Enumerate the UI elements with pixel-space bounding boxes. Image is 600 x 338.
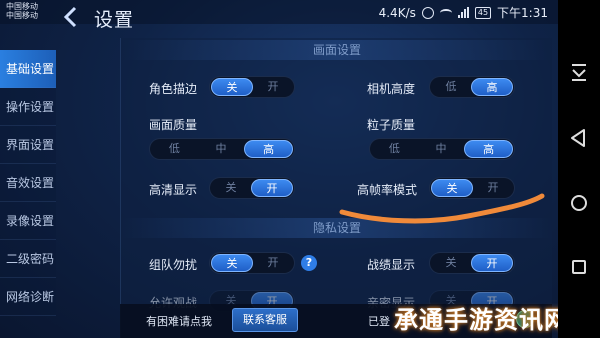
sidebar-item-label: 网络诊断: [6, 290, 55, 304]
network-speed: 4.4K/s: [378, 5, 416, 20]
game-screen: 中国移动 中国移动 4.4K/s 45 下午1:31 设置 基础设置 操作设置 …: [0, 0, 558, 338]
particles-option-medium[interactable]: 中: [418, 140, 465, 158]
hd-display-toggle: 关 开: [209, 177, 295, 199]
navigation-bar: [558, 0, 600, 338]
back-nav-icon[interactable]: [567, 126, 591, 150]
setting-label-team-dnd: 组队勿扰: [149, 258, 198, 272]
particles-option-high[interactable]: 高: [464, 140, 514, 158]
battle-display-toggle: 关 开: [429, 252, 515, 274]
sidebar-item-controls[interactable]: 操作设置: [0, 88, 56, 126]
outline-option-off[interactable]: 关: [211, 78, 253, 96]
home-nav-icon[interactable]: [567, 191, 591, 215]
collapse-icon[interactable]: [567, 60, 591, 84]
team-dnd-option-off[interactable]: 关: [211, 254, 253, 272]
hd-display-option-off[interactable]: 关: [211, 179, 251, 197]
sidebar-item-secondary-password[interactable]: 二级密码: [0, 240, 56, 278]
battle-display-option-on[interactable]: 开: [471, 254, 513, 272]
sidebar-item-label: 录像设置: [6, 214, 55, 228]
setting-label-battle-display: 战绩显示: [367, 258, 416, 272]
sidebar-item-label: 操作设置: [6, 100, 55, 114]
sidebar-item-basic[interactable]: 基础设置: [0, 50, 56, 88]
carrier-info: 中国移动 中国移动: [6, 2, 38, 20]
status-icons: 4.4K/s 45 下午1:31: [379, 4, 548, 21]
particles-selector: 低 中 高: [369, 138, 515, 160]
quality-option-low[interactable]: 低: [151, 140, 198, 158]
setting-label-outline: 角色描边: [149, 82, 198, 96]
setting-label-particles: 粒子质量: [367, 118, 416, 132]
sidebar-item-label: 音效设置: [6, 176, 55, 190]
help-prompt: 有困难请点我: [146, 315, 212, 328]
camera-height-toggle: 低 高: [429, 76, 515, 98]
back-arrow-icon: [63, 6, 77, 28]
watermark-text: 承通手游资讯网: [394, 306, 558, 334]
battery-icon: 45: [474, 6, 492, 19]
alarm-icon: [421, 6, 434, 19]
recents-nav-icon[interactable]: [567, 255, 591, 279]
help-icon[interactable]: ?: [301, 255, 317, 271]
sidebar-item-sound[interactable]: 音效设置: [0, 164, 56, 202]
page-title: 设置: [94, 9, 135, 31]
orange-underline-annotation: [339, 193, 545, 224]
setting-label-camera-height: 相机高度: [367, 82, 416, 96]
particles-option-low[interactable]: 低: [371, 140, 418, 158]
team-dnd-option-on[interactable]: 开: [253, 254, 293, 272]
sidebar-item-recording[interactable]: 录像设置: [0, 202, 56, 240]
camera-height-option-high[interactable]: 高: [471, 78, 513, 96]
carrier-line-1: 中国移动: [6, 2, 38, 11]
clock: 下午1:31: [497, 6, 548, 20]
outline-option-on[interactable]: 开: [253, 78, 293, 96]
sidebar-item-label: 基础设置: [6, 62, 55, 76]
sidebar-item-label: 界面设置: [6, 138, 55, 152]
sidebar-item-label: 二级密码: [6, 252, 55, 266]
login-status: 已登: [368, 315, 390, 328]
wifi-icon: [439, 8, 452, 17]
battle-display-option-off[interactable]: 关: [431, 254, 471, 272]
quality-option-high[interactable]: 高: [244, 140, 294, 158]
quality-option-medium[interactable]: 中: [198, 140, 245, 158]
signal-icon: [457, 7, 469, 18]
back-button[interactable]: [58, 4, 84, 30]
carrier-line-2: 中国移动: [6, 11, 38, 20]
setting-label-quality: 画面质量: [149, 118, 198, 132]
sidebar: 基础设置 操作设置 界面设置 音效设置 录像设置 二级密码 网络诊断: [0, 50, 56, 316]
sidebar-item-network-diagnosis[interactable]: 网络诊断: [0, 278, 56, 316]
outline-toggle: 关 开: [209, 76, 295, 98]
setting-label-hd-display: 高清显示: [149, 183, 198, 197]
camera-height-option-low[interactable]: 低: [431, 78, 471, 96]
contact-support-button[interactable]: 联系客服: [232, 308, 298, 332]
sidebar-item-interface[interactable]: 界面设置: [0, 126, 56, 164]
team-dnd-toggle: 关 开: [209, 252, 295, 274]
quality-selector: 低 中 高: [149, 138, 295, 160]
hd-display-option-on[interactable]: 开: [251, 179, 293, 197]
section-title-graphics: 画面设置: [121, 40, 553, 60]
